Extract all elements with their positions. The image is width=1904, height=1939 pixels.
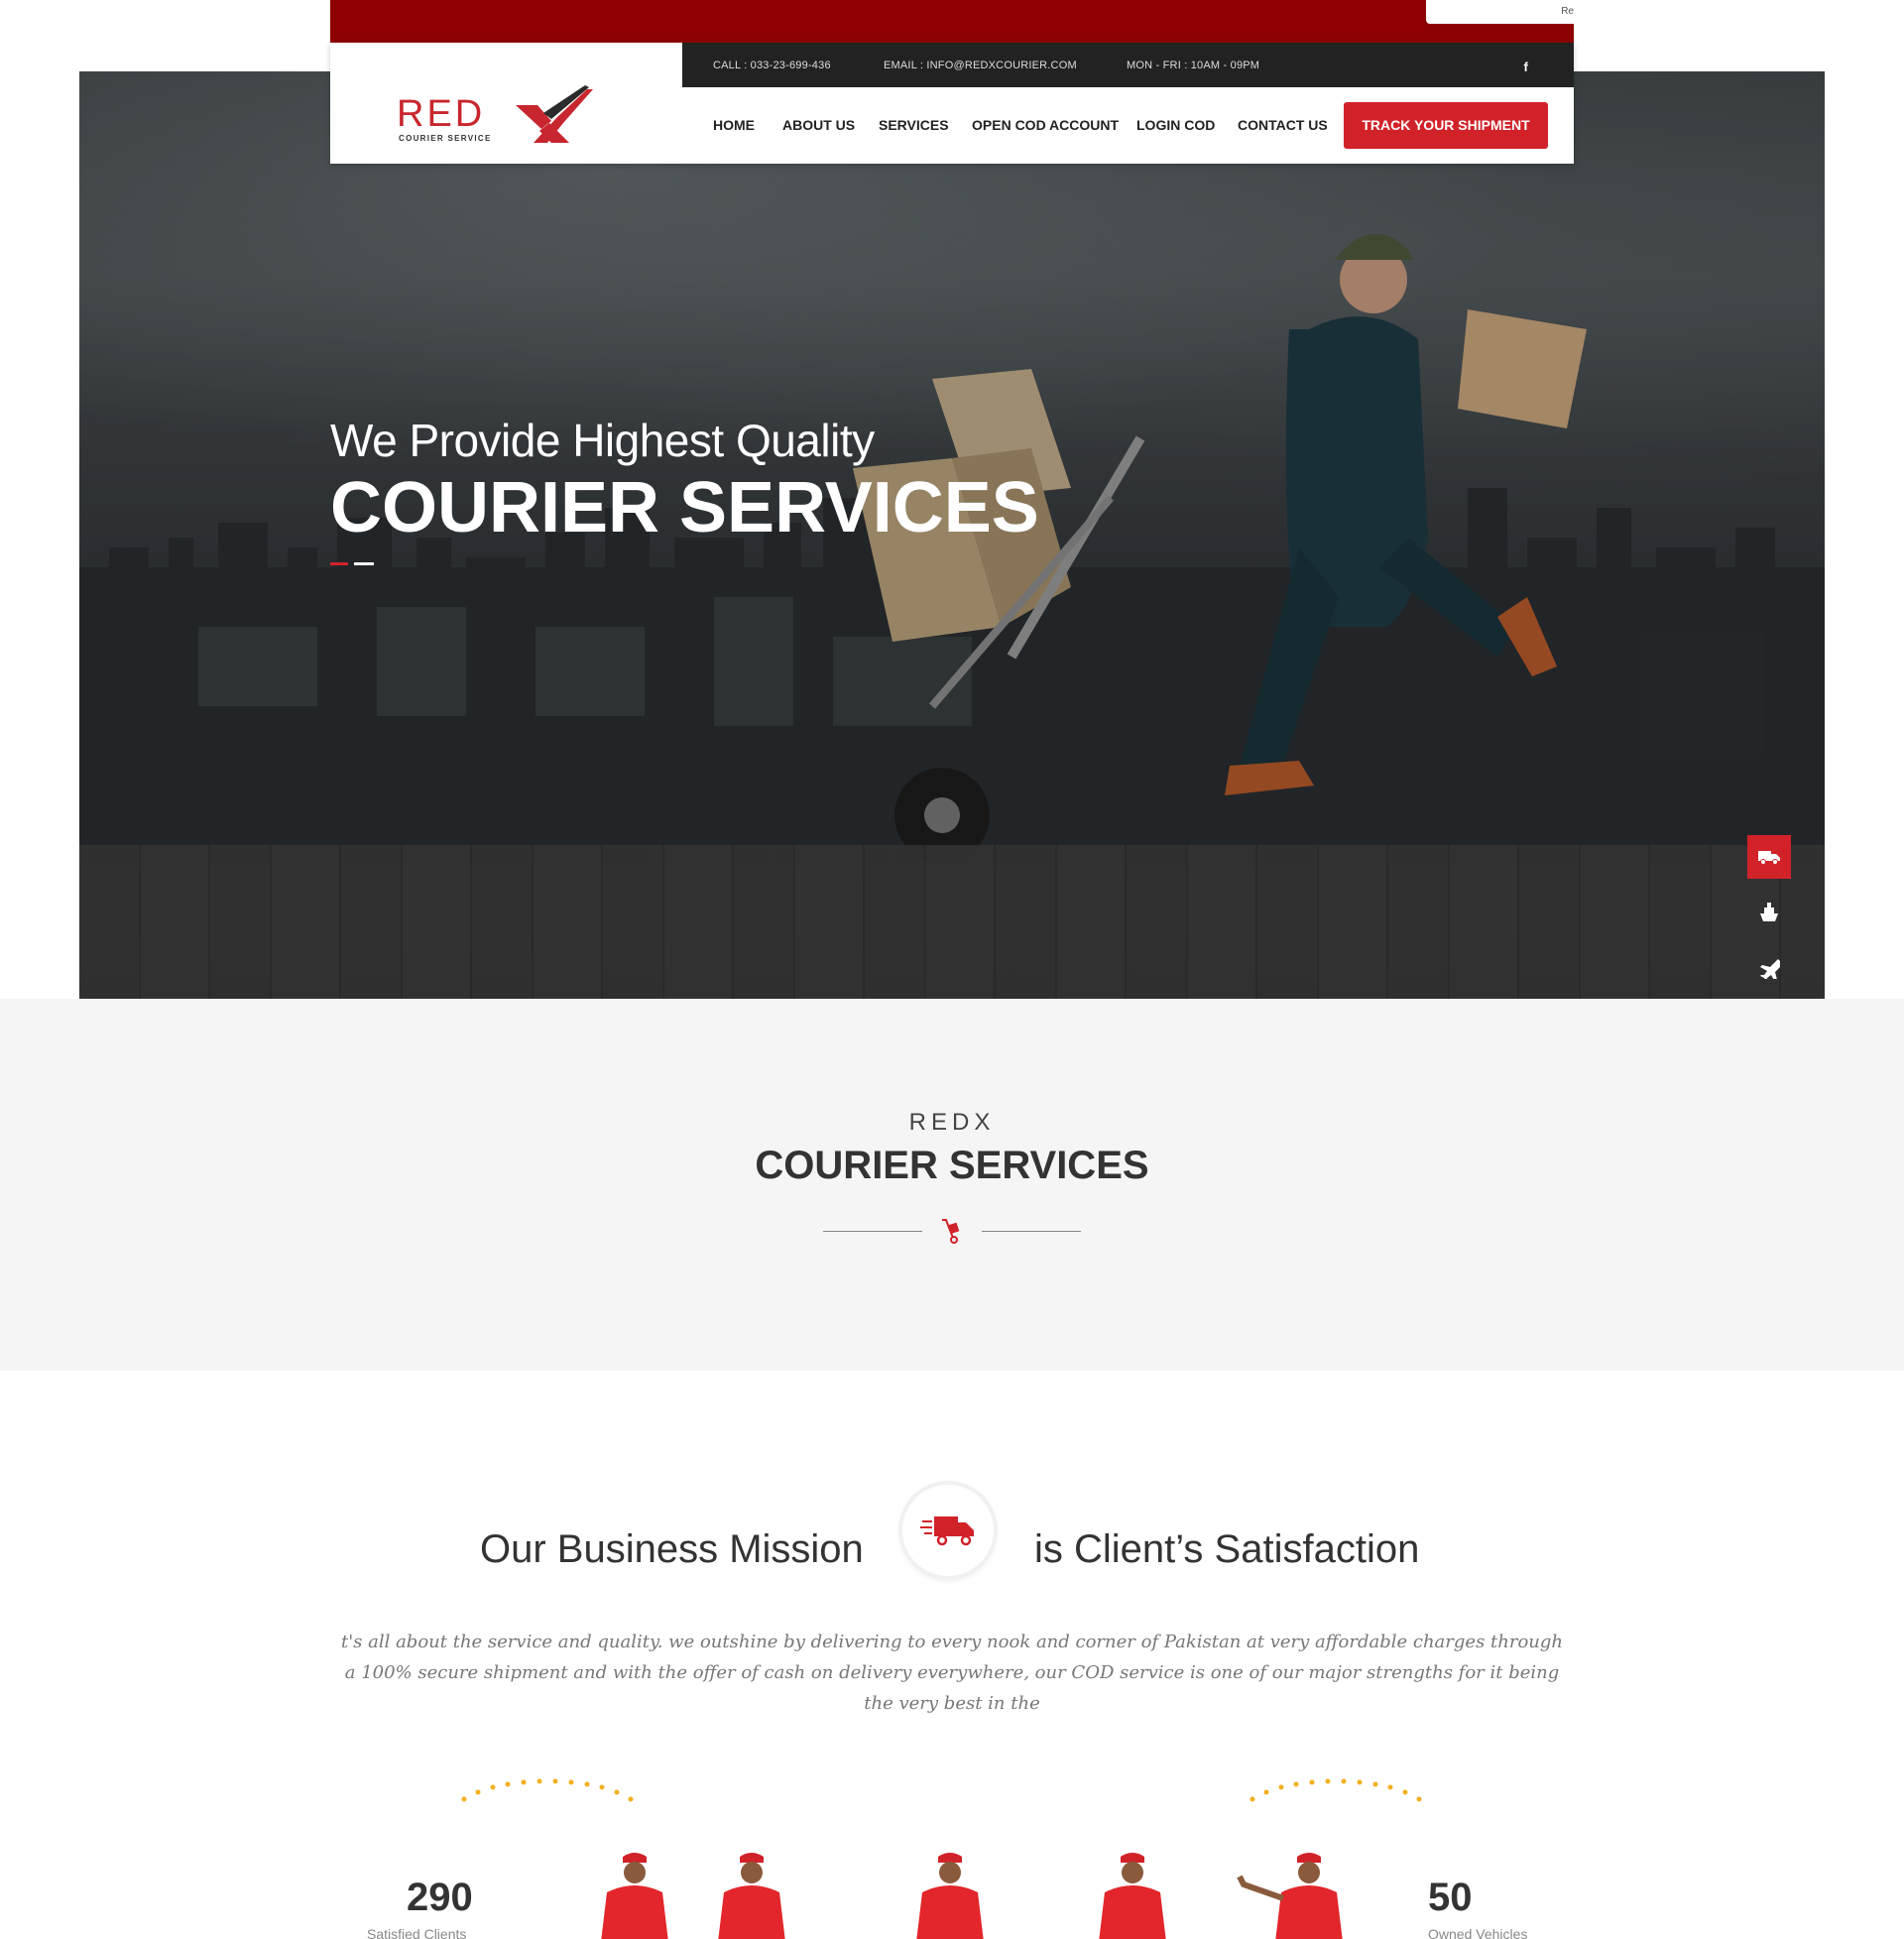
courier-person-image bbox=[718, 1853, 785, 1939]
phone-info: CALL : 033-23-699-436 bbox=[713, 60, 831, 71]
divider-left bbox=[823, 1231, 922, 1232]
nav-login-cod[interactable]: LOGIN COD bbox=[1136, 117, 1215, 133]
nav-open-cod-account[interactable]: OPEN COD ACCOUNT bbox=[972, 117, 1119, 133]
side-icon-bar bbox=[1747, 835, 1791, 999]
logo-text: RED bbox=[397, 93, 486, 135]
courier-person-image bbox=[601, 1853, 668, 1939]
truck-icon[interactable] bbox=[1747, 835, 1791, 879]
hero-text: We Provide Highest Quality COURIER SERVI… bbox=[330, 413, 1039, 547]
hours-info: MON - FRI : 10AM - 09PM bbox=[1127, 60, 1260, 71]
track-shipment-button[interactable]: TRACK YOUR SHIPMENT bbox=[1344, 102, 1548, 149]
courier-person-image bbox=[916, 1853, 984, 1939]
hero-subtitle: We Provide Highest Quality bbox=[330, 415, 875, 466]
plane-icon[interactable] bbox=[1747, 946, 1791, 990]
mission-paragraph: t's all about the service and quality. w… bbox=[340, 1632, 1564, 1714]
mission-title-right: is Client’s Satisfaction bbox=[1034, 1527, 1420, 1571]
nav-contact-us[interactable]: CONTACT US bbox=[1238, 117, 1328, 133]
logo-subtitle: COURIER SERVICE bbox=[399, 134, 492, 143]
mission-icon-circle bbox=[902, 1485, 994, 1576]
nav-about-us[interactable]: ABOUT US bbox=[782, 117, 855, 133]
logo-x-mark bbox=[516, 85, 593, 143]
top-corner-box: Re bbox=[1426, 0, 1574, 24]
stat-clients-label: Satisfied Clients bbox=[367, 1926, 467, 1939]
divider-right bbox=[982, 1231, 1081, 1232]
section-title: COURIER SERVICES bbox=[755, 1144, 1149, 1187]
delivery-truck-icon bbox=[920, 1516, 974, 1546]
facebook-icon[interactable]: f bbox=[1523, 60, 1528, 74]
hand-truck-icon bbox=[942, 1219, 960, 1244]
stat-vehicles-label: Owned Vehicles bbox=[1428, 1926, 1528, 1939]
ship-icon[interactable] bbox=[1747, 891, 1791, 934]
hero-underline bbox=[330, 562, 374, 565]
nav-home[interactable]: HOME bbox=[713, 117, 755, 133]
section-kicker: REDX bbox=[908, 1109, 996, 1136]
courier-person-image bbox=[1237, 1853, 1343, 1939]
top-red-bar bbox=[330, 0, 1574, 43]
hero-title: COURIER SERVICES bbox=[330, 468, 1039, 547]
email-info[interactable]: EMAIL : INFO@REDXCOURIER.COM bbox=[884, 60, 1077, 71]
dotted-arc-right bbox=[1250, 1778, 1422, 1802]
nav-services[interactable]: SERVICES bbox=[879, 117, 949, 133]
dotted-arc-left bbox=[461, 1778, 634, 1802]
stat-vehicles-value: 50 bbox=[1428, 1876, 1473, 1919]
logo[interactable]: RED COURIER SERVICE bbox=[397, 83, 595, 147]
mission-title-left: Our Business Mission bbox=[480, 1527, 864, 1571]
stat-clients-value: 290 bbox=[407, 1876, 473, 1919]
top-corner-text: Re bbox=[1561, 6, 1574, 17]
info-bar: CALL : 033-23-699-436 EMAIL : INFO@REDXC… bbox=[682, 43, 1574, 87]
courier-person-image bbox=[1099, 1853, 1166, 1939]
